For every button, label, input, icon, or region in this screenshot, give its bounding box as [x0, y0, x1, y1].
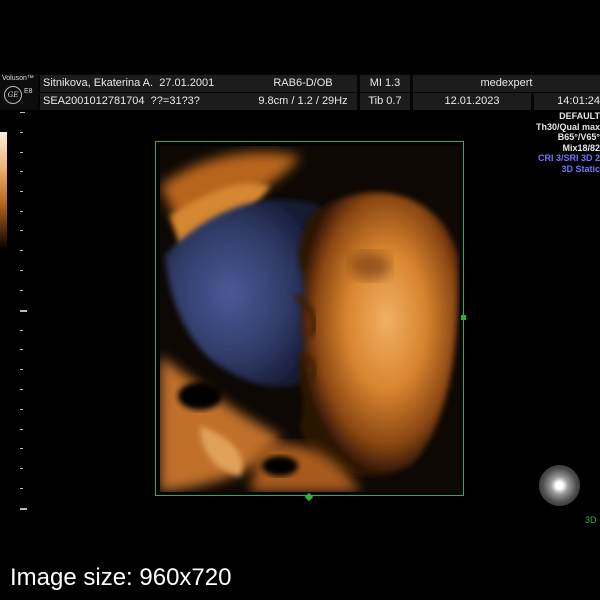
depth-frequency: 9.8cm / 1.2 / 29Hz: [249, 93, 357, 110]
angles-label: B65°/V65°: [557, 132, 600, 142]
probe-mode: RAB6-D/OB: [249, 75, 357, 92]
patient-name: Sitnikova, Ekaterina A.: [43, 77, 154, 89]
exam-time: 14:01:24: [534, 93, 600, 110]
color-map-bar: [0, 132, 7, 250]
probe-label: E8: [24, 88, 33, 95]
brand-logo-block: Voluson™ GE E8: [0, 74, 38, 110]
patient-dob: 27.01.2001: [159, 77, 215, 89]
image-size-caption: Image size: 960x720: [10, 564, 232, 591]
orientation-sphere-icon[interactable]: [539, 465, 580, 506]
exam-date: 12.01.2023: [413, 93, 531, 110]
imaging-parameters: DEFAULT Th30/Qual max B65°/V65° Mix18/82…: [500, 111, 600, 174]
institution-name: medexpert: [413, 75, 600, 92]
patient-info: Sitnikova, Ekaterina A. 27.01.2001: [40, 75, 249, 92]
quality-label: Th30/Qual max: [535, 121, 600, 132]
preset-label: DEFAULT: [559, 111, 600, 121]
mechanical-index: MI 1.3: [360, 75, 410, 92]
ge-logo-icon: GE: [4, 86, 22, 104]
brand-name: Voluson™: [2, 75, 34, 82]
depth-ruler: [18, 112, 30, 512]
roi-right-handle[interactable]: [461, 315, 466, 320]
gestational-age: ??=31?3?: [150, 95, 200, 107]
cri-label: CRI 3/SRI 3D 2: [537, 153, 600, 163]
patient-id-block: SEA2001012781704 ??=31?3?: [40, 93, 249, 110]
mix-label: Mix18/82: [562, 142, 600, 153]
mode-label: 3D Static: [561, 163, 600, 174]
thermal-index: Tib 0.7: [360, 93, 410, 110]
patient-id: SEA2001012781704: [43, 95, 145, 107]
view-label: 3D: [585, 515, 597, 525]
roi-frame[interactable]: [155, 141, 464, 496]
